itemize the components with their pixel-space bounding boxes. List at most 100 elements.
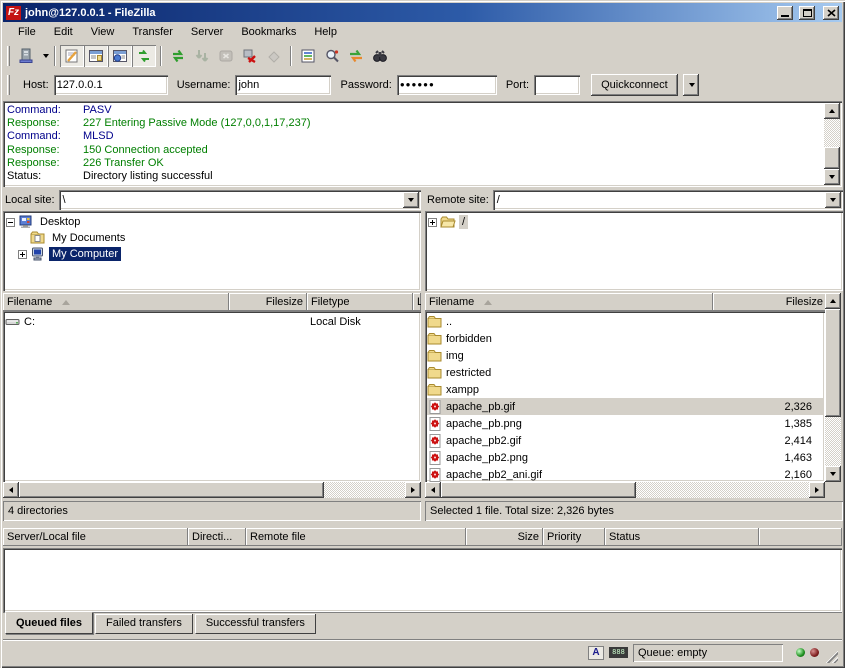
file-row-xampp[interactable]: xampp (427, 381, 823, 398)
cancel-operation-button[interactable] (214, 45, 238, 67)
file-row-img[interactable]: img (427, 347, 823, 364)
log-scrollbar[interactable] (824, 103, 840, 185)
scroll-thumb[interactable] (825, 309, 841, 417)
column-header-filetype[interactable]: Filetype (307, 293, 413, 311)
resize-grip[interactable] (824, 649, 838, 663)
local-site-dropdown[interactable] (403, 192, 419, 208)
scroll-left-button[interactable] (3, 482, 19, 498)
tree-item-desktop[interactable]: Desktop (6, 214, 419, 230)
toggle-remote-tree-button[interactable] (108, 45, 132, 67)
file-row-apache-pb-png[interactable]: apache_pb.png 1,385 (427, 415, 823, 432)
remote-hscrollbar[interactable] (425, 482, 825, 498)
quickconnect-grip (7, 75, 10, 95)
tab-successful-transfers[interactable]: Successful transfers (195, 614, 316, 634)
minimize-button[interactable] (777, 6, 793, 20)
file-row-forbidden[interactable]: forbidden (427, 330, 823, 347)
process-queue-button[interactable] (190, 45, 214, 67)
column-header-filename[interactable]: Filename (3, 293, 229, 311)
scroll-right-button[interactable] (809, 482, 825, 498)
column-header-server-local-file[interactable]: Server/Local file (3, 528, 188, 546)
menu-bookmarks[interactable]: Bookmarks (232, 24, 305, 40)
collapse-icon[interactable] (6, 218, 15, 227)
tab-queued-files[interactable]: Queued files (5, 612, 93, 634)
filter-button[interactable] (296, 45, 320, 67)
expand-icon[interactable] (428, 218, 437, 227)
password-input[interactable] (397, 75, 497, 95)
remote-site-dropdown[interactable] (825, 192, 841, 208)
site-manager-dropdown[interactable] (38, 45, 50, 67)
quickconnect-dropdown[interactable] (683, 74, 699, 96)
column-header-status[interactable]: Status (605, 528, 759, 546)
file-row-c-drive[interactable]: C: Local Disk (5, 313, 419, 330)
scroll-up-button[interactable] (824, 103, 840, 119)
menu-help[interactable]: Help (305, 24, 346, 40)
disconnect-button[interactable] (238, 45, 262, 67)
file-row-parent[interactable]: .. (427, 313, 823, 330)
scroll-down-button[interactable] (824, 169, 840, 185)
menu-transfer[interactable]: Transfer (123, 24, 182, 40)
tab-label: Failed transfers (106, 617, 182, 629)
tree-item-my-computer[interactable]: My Computer (6, 246, 419, 262)
host-input[interactable] (54, 75, 168, 95)
expand-icon[interactable] (18, 250, 27, 259)
port-input[interactable] (534, 75, 580, 95)
menu-edit[interactable]: Edit (45, 24, 82, 40)
file-row-apache-pb2-ani-gif[interactable]: apache_pb2_ani.gif 2,160 (427, 466, 823, 482)
tree-item-label[interactable]: My Computer (49, 247, 121, 261)
tree-item-label[interactable]: / (459, 215, 468, 229)
directory-comparison-button[interactable] (368, 45, 392, 67)
quickconnect-button[interactable]: Quickconnect (591, 74, 678, 96)
toggle-transfer-queue-button[interactable] (132, 45, 156, 67)
tree-item-my-documents[interactable]: My Documents (6, 230, 419, 246)
remote-vscrollbar[interactable] (825, 293, 841, 482)
toggle-local-tree-button[interactable] (84, 45, 108, 67)
synchronized-browsing-button[interactable] (344, 45, 368, 67)
scroll-thumb[interactable] (824, 147, 840, 169)
column-header-lastmodified[interactable]: L (413, 293, 421, 311)
file-row-restricted[interactable]: restricted (427, 364, 823, 381)
menu-server[interactable]: Server (182, 24, 232, 40)
file-row-apache-pb2-png[interactable]: apache_pb2.png 1,463 (427, 449, 823, 466)
username-input[interactable] (235, 75, 331, 95)
file-size: 2,414 (708, 435, 818, 447)
speed-limit-indicator[interactable]: 888 (609, 645, 628, 661)
refresh-button[interactable] (166, 45, 190, 67)
site-manager-button[interactable] (14, 45, 38, 67)
scroll-thumb[interactable] (441, 482, 636, 498)
remote-site-combo[interactable]: / (493, 190, 843, 210)
scroll-left-button[interactable] (425, 482, 441, 498)
close-button[interactable] (823, 6, 839, 20)
remote-site-value: / (497, 194, 500, 206)
column-header-filesize[interactable]: Filesize (713, 293, 827, 311)
transfer-type-indicator[interactable]: A (588, 645, 604, 661)
column-header-filename[interactable]: Filename (425, 293, 713, 311)
maximize-button[interactable] (799, 6, 815, 20)
local-site-combo[interactable]: \ (59, 190, 421, 210)
column-header-direction[interactable]: Directi... (188, 528, 246, 546)
column-header-size[interactable]: Size (466, 528, 543, 546)
scroll-thumb[interactable] (19, 482, 324, 498)
tab-failed-transfers[interactable]: Failed transfers (95, 614, 193, 634)
menu-view[interactable]: View (82, 24, 124, 40)
message-log: Command:PASV Response:227 Entering Passi… (3, 101, 842, 187)
column-header-filesize[interactable]: Filesize (229, 293, 307, 311)
column-header-remote-file[interactable]: Remote file (246, 528, 466, 546)
column-header-priority[interactable]: Priority (543, 528, 605, 546)
tree-item-label[interactable]: Desktop (37, 215, 83, 229)
queue-status-text: Queue: empty (638, 647, 707, 659)
abort-button[interactable] (262, 45, 286, 67)
file-search-button[interactable] (320, 45, 344, 67)
scroll-right-button[interactable] (405, 482, 421, 498)
menu-file[interactable]: File (9, 24, 45, 40)
toggle-message-log-button[interactable] (60, 45, 84, 67)
file-row-apache-pb-gif[interactable]: apache_pb.gif 2,326 (427, 398, 823, 415)
binoculars-icon (372, 48, 388, 64)
tree-item-root[interactable]: / (428, 214, 841, 230)
filezilla-app-icon[interactable]: Fz (6, 6, 21, 20)
tree-item-label[interactable]: My Documents (49, 231, 128, 245)
local-hscrollbar[interactable] (3, 482, 421, 498)
scroll-up-button[interactable] (825, 293, 841, 309)
column-label: Directi... (192, 531, 232, 543)
file-row-apache-pb2-gif[interactable]: apache_pb2.gif 2,414 (427, 432, 823, 449)
scroll-down-button[interactable] (825, 466, 841, 482)
